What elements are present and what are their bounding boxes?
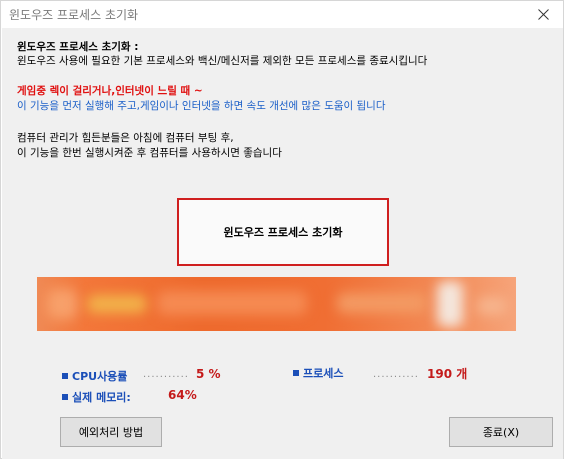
window-title: 윈도우즈 프로세스 초기화 [9, 8, 139, 22]
memory-label: 실제 메모리: [72, 391, 131, 404]
cpu-dots: ........... [143, 369, 189, 380]
process-label: 프로세스 [303, 367, 344, 380]
memory-value: 64% [168, 388, 197, 402]
description-heading: 윈도우즈 프로세스 초기화 : [17, 41, 139, 53]
exit-button[interactable]: 종료(X) [449, 417, 553, 447]
tip-text: 이 기능을 먼저 실행해 주고,게임이나 인터넷을 하면 속도 개선에 많은 도… [17, 100, 386, 112]
memory-bullet [62, 394, 68, 400]
cpu-value: 5 % [196, 367, 221, 381]
description-line: 윈도우즈 사용에 필요한 기본 프로세스와 백신/메신저를 제외한 모든 프로세… [17, 55, 428, 67]
title-bar: 윈도우즈 프로세스 초기화 [1, 1, 563, 27]
process-dots: ........... [373, 369, 419, 380]
process-bullet [293, 370, 299, 376]
cpu-bullet [62, 373, 68, 379]
close-icon [537, 8, 549, 20]
process-reset-button[interactable]: 윈도우즈 프로세스 초기화 [177, 198, 389, 266]
note-line-1: 컴퓨터 관리가 힘든분들은 아침에 컴퓨터 부팅 후, [17, 132, 234, 144]
cpu-label: CPU사용률 [72, 370, 128, 383]
ad-banner[interactable] [37, 277, 516, 331]
warning-text: 게임중 렉이 걸리거나,인터넷이 느릴 때 ~ [17, 85, 203, 97]
exception-method-button[interactable]: 예외처리 방법 [60, 417, 162, 447]
process-value: 190 개 [427, 367, 468, 381]
note-line-2: 이 기능을 한번 실행시켜준 후 컴퓨터를 사용하시면 좋습니다 [17, 147, 282, 159]
content-panel: 윈도우즈 프로세스 초기화 : 윈도우즈 사용에 필요한 기본 프로세스와 백신… [2, 28, 563, 459]
process-reset-window: 윈도우즈 프로세스 초기화 윈도우즈 프로세스 초기화 : 윈도우즈 사용에 필… [0, 0, 564, 459]
close-button[interactable] [523, 1, 563, 27]
